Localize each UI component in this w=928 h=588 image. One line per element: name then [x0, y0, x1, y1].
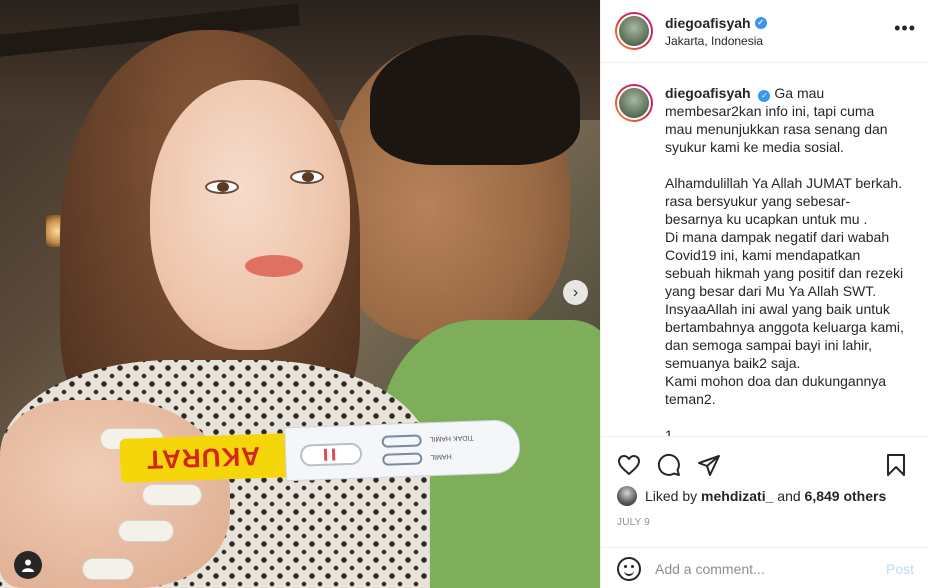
- post-header: diegoafisyah ✓ Jakarta, Indonesia •••: [601, 0, 928, 63]
- post-date[interactable]: JULY 9: [601, 517, 928, 531]
- post-actions-area: Liked by mehdizati_ and 6,849 others JUL…: [601, 436, 928, 588]
- caption-area: diegoafisyah ✓ Ga mau membesar2kan info …: [601, 64, 928, 436]
- avatar[interactable]: [615, 84, 653, 122]
- like-button[interactable]: [617, 453, 641, 477]
- caption-gap: [665, 156, 905, 174]
- next-photo-button[interactable]: ›: [563, 280, 588, 305]
- caption-line: Kami mohon doa dan dukungannya teman2.: [665, 373, 887, 407]
- paper-plane-icon: [698, 455, 720, 476]
- caption-ellipsis: 1...: [665, 427, 685, 436]
- likes-prefix: Liked by: [645, 488, 698, 504]
- liker-avatar[interactable]: [617, 486, 637, 506]
- caption-line: rasa bersyukur yang sebesar-besarnya ku …: [665, 193, 868, 227]
- likes-joiner: and: [777, 488, 801, 504]
- caption-line: InsyaaAllah ini awal yang baik untuk ber…: [665, 301, 904, 371]
- comment-bubble-icon: [657, 453, 680, 476]
- post-comment-button[interactable]: Post: [886, 561, 914, 577]
- woman-eye-left: [205, 180, 239, 194]
- author-username[interactable]: diegoafisyah: [665, 15, 751, 31]
- woman-eye-right: [290, 170, 324, 184]
- test-legend-not-pregnant: [381, 434, 422, 448]
- user-icon: [22, 559, 34, 572]
- heart-icon: [618, 455, 640, 475]
- liker-username[interactable]: mehdizati_: [701, 488, 773, 504]
- action-bar: [601, 437, 928, 485]
- man-hair: [370, 35, 580, 165]
- caption-line: Di mana dampak negatif dari wabah Covid1…: [665, 229, 904, 299]
- woman-lips: [245, 255, 303, 277]
- bookmark-icon: [887, 454, 905, 476]
- add-comment-bar: Post: [601, 547, 928, 588]
- likes-summary: Liked by mehdizati_ and 6,849 others: [601, 485, 928, 507]
- test-legend-pregnant: [382, 452, 423, 466]
- post-location[interactable]: Jakarta, Indonesia: [665, 34, 767, 48]
- caption-line: Alhamdulillah Ya Allah JUMAT berkah.: [665, 175, 903, 191]
- verified-badge-icon: ✓: [758, 90, 771, 102]
- more-dots-icon[interactable]: •••: [894, 18, 916, 39]
- fingernail: [118, 520, 174, 542]
- caption-comment: diegoafisyah ✓ Ga mau membesar2kan info …: [615, 84, 914, 436]
- likes-others-link[interactable]: 6,849 others: [805, 488, 887, 504]
- chevron-right-icon: ›: [572, 283, 579, 301]
- woman-face: [150, 80, 350, 350]
- fingernail: [142, 484, 202, 506]
- verified-badge-icon: ✓: [754, 16, 767, 29]
- comment-input[interactable]: [655, 560, 886, 577]
- caption-gap: [665, 408, 905, 426]
- emoji-icon[interactable]: [617, 556, 641, 581]
- fingernail: [82, 558, 134, 580]
- save-button[interactable]: [884, 453, 908, 477]
- share-button[interactable]: [697, 453, 721, 477]
- author-row: diegoafisyah ✓: [665, 15, 767, 31]
- comment-button[interactable]: [657, 453, 681, 477]
- author-info: diegoafisyah ✓ Jakarta, Indonesia: [665, 15, 767, 48]
- caption-text: diegoafisyah ✓ Ga mau membesar2kan info …: [665, 84, 905, 436]
- test-legend-label-2: HAMIL: [430, 452, 452, 461]
- post-photo[interactable]: AKURAT TIDAK HAMIL HAMIL ›: [0, 0, 600, 588]
- test-brand-label: AKURAT: [145, 441, 261, 476]
- avatar[interactable]: [615, 12, 653, 50]
- post-side-panel: diegoafisyah ✓ Jakarta, Indonesia ••• di…: [600, 0, 928, 588]
- caption-username[interactable]: diegoafisyah: [665, 85, 751, 101]
- tagged-users-button[interactable]: [14, 551, 42, 579]
- test-result-window: [299, 442, 363, 467]
